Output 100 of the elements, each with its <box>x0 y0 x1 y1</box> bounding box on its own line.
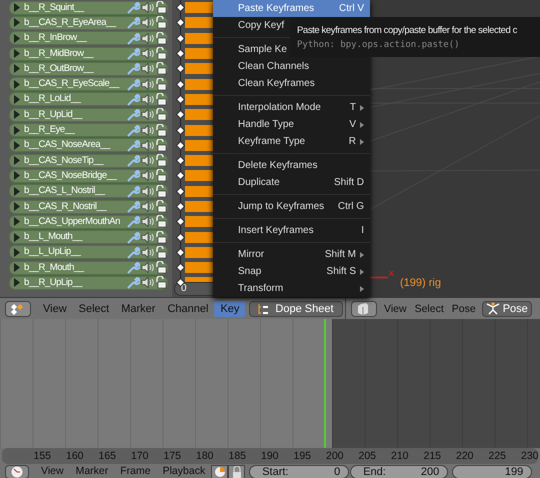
menu-item[interactable]: Duplicate Shift D <box>213 174 370 191</box>
menu-item[interactable]: Handle Type V <box>213 116 370 133</box>
frame-number: 200 <box>324 450 345 462</box>
channel-row[interactable]: b__R_InBrow__ <box>9 31 168 46</box>
speaker-icon[interactable] <box>141 232 154 243</box>
frame-number: 190 <box>260 450 280 462</box>
channel-row[interactable]: b__L_Mouth__ <box>9 230 168 244</box>
channel-row[interactable]: b__CAS_L_Nostril__ <box>9 184 168 198</box>
header-menu[interactable]: Marker <box>115 300 162 316</box>
speaker-icon[interactable] <box>141 246 154 258</box>
speaker-icon[interactable] <box>141 201 154 212</box>
speaker-icon[interactable] <box>141 124 154 136</box>
editor-type-button[interactable] <box>5 465 29 478</box>
channel-row[interactable]: b__CAS_UpperMouthAn <box>9 214 168 229</box>
padlock-icon[interactable] <box>155 169 167 182</box>
padlock-icon[interactable] <box>155 16 167 30</box>
keying-button[interactable] <box>211 465 228 478</box>
channel-row[interactable]: b__R_Mouth__ <box>9 260 168 275</box>
header-menu[interactable]: Playback <box>156 465 212 478</box>
padlock-icon[interactable] <box>155 246 167 259</box>
speaker-icon[interactable] <box>141 277 154 288</box>
mode-dropdown[interactable]: Dope Sheet <box>249 300 343 316</box>
speaker-icon[interactable] <box>141 262 154 274</box>
menu-item[interactable]: Snap Shift S <box>213 263 370 280</box>
editor-type-button[interactable] <box>5 300 31 316</box>
speaker-icon[interactable] <box>141 94 154 105</box>
channel-row[interactable]: b__R_MidBrow__ <box>9 46 168 61</box>
padlock-icon[interactable] <box>155 62 167 76</box>
menu-item[interactable]: Delete Keyframes <box>213 157 370 174</box>
frame-number: 220 <box>454 450 475 462</box>
menu-item[interactable]: Insert Keyframes I <box>213 222 370 239</box>
menu-item[interactable]: Mirror Shift M <box>213 246 370 263</box>
speaker-icon[interactable] <box>141 186 154 197</box>
speaker-icon[interactable] <box>141 48 154 60</box>
speaker-icon[interactable] <box>141 170 154 182</box>
menu-item[interactable]: Clean Keyframes <box>213 75 370 92</box>
frame-ruler[interactable]: 155 160 165 170 175 180 185 190 195 200 205 210 215 220 225 230 <box>2 448 538 464</box>
speaker-icon[interactable] <box>141 140 154 151</box>
speaker-icon[interactable] <box>141 63 154 74</box>
channel-row[interactable]: b__L_UpLip__ <box>9 245 168 260</box>
channel-row[interactable]: b__R_Eye__ <box>9 123 168 138</box>
speaker-icon[interactable] <box>141 32 154 44</box>
channel-row[interactable]: b__R_UpLid__ <box>9 108 168 122</box>
frame-number: 210 <box>390 450 410 462</box>
channel-row[interactable]: b__CAS_NoseBridge__ <box>9 168 168 183</box>
channel-name: b__CAS_R_EyeScale__ <box>24 78 120 90</box>
header-menu[interactable]: Frame <box>114 465 157 478</box>
channel-row[interactable]: b__R_Squint__ <box>9 0 168 15</box>
padlock-icon[interactable] <box>155 230 167 244</box>
start-frame-field[interactable]: Start: 0 <box>249 465 350 478</box>
padlock-icon[interactable] <box>155 47 167 60</box>
channel-row[interactable]: b__CAS_NoseArea__ <box>9 138 168 152</box>
padlock-icon[interactable] <box>155 184 167 198</box>
channel-name: b__L_Mouth__ <box>24 231 84 244</box>
channel-row[interactable]: b__R_UpLip__ <box>9 276 168 290</box>
padlock-icon[interactable] <box>155 261 167 274</box>
padlock-icon[interactable] <box>155 276 167 290</box>
header-menu[interactable]: View <box>37 300 73 316</box>
frame-number: 215 <box>422 450 442 462</box>
speaker-icon[interactable] <box>141 155 154 166</box>
padlock-icon[interactable] <box>155 78 167 91</box>
channel-row[interactable]: b__CAS_R_EyeScale__ <box>9 77 168 92</box>
channel-row[interactable]: b__CAS_NoseTip__ <box>9 154 168 168</box>
menu-item[interactable]: Interpolation Mode T <box>213 99 370 116</box>
padlock-icon[interactable] <box>155 124 167 137</box>
menu-item[interactable]: Paste Keyframes Ctrl V <box>213 0 370 17</box>
channel-row[interactable]: b__CAS_R_Nostril__ <box>9 200 168 214</box>
header-menu[interactable]: View <box>380 300 411 316</box>
speaker-icon[interactable] <box>141 2 154 14</box>
menu-item[interactable]: Clean Channels <box>213 58 370 75</box>
header-menu[interactable]: Marker <box>70 465 114 478</box>
padlock-icon[interactable] <box>155 108 167 122</box>
speaker-icon[interactable] <box>141 216 154 228</box>
lock-button[interactable] <box>228 465 246 478</box>
padlock-icon[interactable] <box>155 154 167 168</box>
editor-type-button[interactable] <box>351 300 377 316</box>
channel-row[interactable]: b__CAS_R_EyeArea__ <box>9 16 168 30</box>
padlock-icon[interactable] <box>155 32 167 45</box>
menu-item[interactable]: Jump to Keyframes Ctrl G <box>213 198 370 215</box>
padlock-icon[interactable] <box>155 92 167 106</box>
channel-row[interactable]: b__R_LoLid__ <box>9 92 168 106</box>
speaker-icon[interactable] <box>141 78 154 90</box>
channel-row[interactable]: b__R_OutBrow__ <box>9 62 168 76</box>
end-frame-field[interactable]: End: 200 <box>350 465 448 478</box>
padlock-icon[interactable] <box>155 200 167 213</box>
padlock-icon[interactable] <box>155 1 167 14</box>
menu-item[interactable]: Keyframe Type R <box>213 133 370 150</box>
mode-dropdown[interactable]: Pose <box>482 300 532 316</box>
header-menu[interactable]: Channel <box>161 300 214 316</box>
header-menu[interactable]: Pose <box>448 300 480 316</box>
header-menu[interactable]: Select <box>72 300 116 316</box>
header-menu[interactable]: View <box>35 465 70 478</box>
speaker-icon[interactable] <box>141 17 154 28</box>
header-menu[interactable]: Key <box>214 300 246 316</box>
channel-name: b__L_UpLip__ <box>24 246 82 258</box>
current-frame-field[interactable]: 199 <box>452 465 532 478</box>
padlock-icon[interactable] <box>155 138 167 152</box>
padlock-icon[interactable] <box>155 215 167 228</box>
speaker-icon[interactable] <box>141 109 154 120</box>
header-menu[interactable]: Select <box>410 300 448 316</box>
